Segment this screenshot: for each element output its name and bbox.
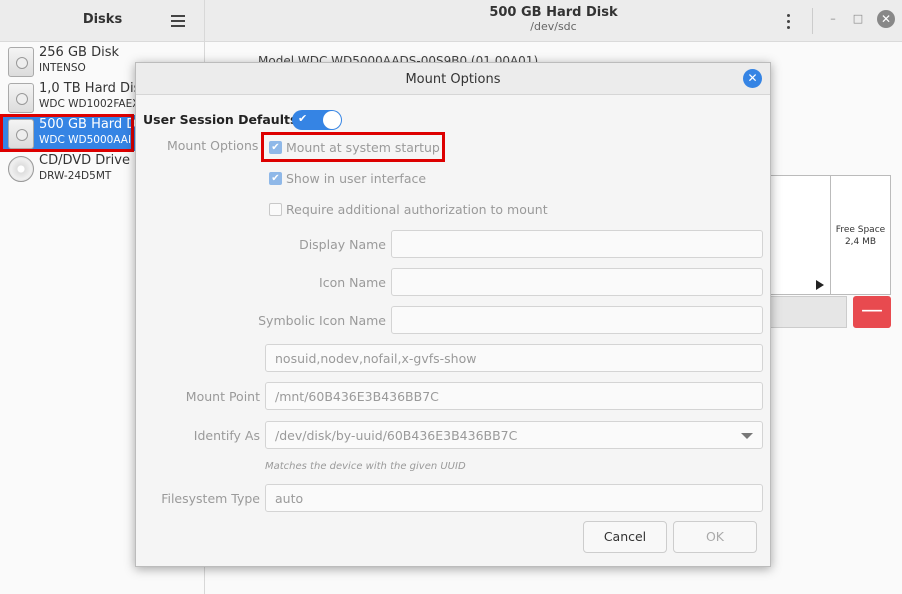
symbolic-icon-name-label: Symbolic Icon Name xyxy=(258,313,386,328)
mount-options-label: Mount Options xyxy=(167,138,259,153)
dialog-header: Mount Options ✕ xyxy=(136,63,770,95)
partition-toolbar xyxy=(770,296,847,328)
free-space-size: 2,4 MB xyxy=(844,237,877,247)
disk-name: 256 GB Disk xyxy=(39,45,119,60)
hard-disk-icon xyxy=(8,83,34,113)
play-icon[interactable] xyxy=(816,280,824,290)
kebab-menu-icon[interactable] xyxy=(784,11,792,31)
mount-options-string-field[interactable]: nosuid,nodev,nofail,x-gvfs-show xyxy=(265,344,763,372)
hamburger-menu-icon[interactable] xyxy=(168,11,188,31)
identify-as-combo[interactable]: /dev/disk/by-uuid/60B436E3B436BB7C xyxy=(265,421,763,449)
mount-options-dialog: Mount Options ✕ User Session Defaults ✔ … xyxy=(135,62,771,567)
user-session-defaults-toggle[interactable]: ✔ xyxy=(292,110,342,130)
disk-model: WDC WD1002FAEX xyxy=(39,98,140,110)
filesystem-type-label: Filesystem Type xyxy=(161,491,260,506)
display-name-label: Display Name xyxy=(299,237,386,252)
require-auth-label[interactable]: Require additional authorization to moun… xyxy=(286,202,548,217)
free-space-label: Free Space xyxy=(835,225,886,235)
mount-point-label: Mount Point xyxy=(185,389,260,404)
main-header: 500 GB Hard Disk /dev/sdc – □ ✕ xyxy=(205,0,902,42)
dialog-title: Mount Options xyxy=(405,72,501,87)
disk-name: CD/DVD Drive xyxy=(39,153,130,168)
window-close-icon[interactable]: ✕ xyxy=(877,10,895,28)
delete-partition-button[interactable]: — xyxy=(853,296,891,328)
hard-disk-icon xyxy=(8,47,34,77)
identify-as-value: /dev/disk/by-uuid/60B436E3B436BB7C xyxy=(275,428,518,443)
identify-as-label: Identify As xyxy=(193,428,260,443)
require-auth-checkbox[interactable] xyxy=(269,203,282,216)
disk-device-path: /dev/sdc xyxy=(530,20,577,33)
chevron-down-icon xyxy=(741,433,753,439)
dialog-close-icon[interactable]: ✕ xyxy=(743,69,762,88)
display-name-field[interactable] xyxy=(391,230,763,258)
disk-model: DRW-24D5MT xyxy=(39,170,112,182)
filesystem-type-field[interactable]: auto xyxy=(265,484,763,512)
header-separator xyxy=(812,8,813,34)
maximize-icon[interactable]: □ xyxy=(850,11,866,27)
startup-option-highlight xyxy=(261,132,445,162)
disk-name: 1,0 TB Hard Disk xyxy=(39,81,148,96)
mount-point-field[interactable]: /mnt/60B436E3B436BB7C xyxy=(265,382,763,410)
symbolic-icon-name-field[interactable] xyxy=(391,306,763,334)
sidebar-header: Disks xyxy=(0,0,204,42)
show-in-ui-label[interactable]: Show in user interface xyxy=(286,171,426,186)
selected-disk-highlight xyxy=(0,114,134,152)
ok-button[interactable]: OK xyxy=(673,521,757,553)
user-session-defaults-label: User Session Defaults xyxy=(143,112,298,127)
cancel-button[interactable]: Cancel xyxy=(583,521,667,553)
show-in-ui-checkbox[interactable]: ✔ xyxy=(269,172,282,185)
disk-model: INTENSO xyxy=(39,62,86,74)
icon-name-field[interactable] xyxy=(391,268,763,296)
disks-app: Disks 256 GB Disk INTENSO 1,0 TB Hard Di… xyxy=(0,0,902,594)
checkmark-icon: ✔ xyxy=(298,112,308,125)
minimize-icon[interactable]: – xyxy=(825,11,841,27)
free-space-segment[interactable]: Free Space 2,4 MB xyxy=(830,176,890,294)
toggle-knob xyxy=(323,111,341,129)
icon-name-label: Icon Name xyxy=(319,275,386,290)
optical-disc-icon xyxy=(8,156,34,182)
disk-title: 500 GB Hard Disk xyxy=(489,5,618,20)
identify-as-hint: Matches the device with the given UUID xyxy=(265,461,466,472)
